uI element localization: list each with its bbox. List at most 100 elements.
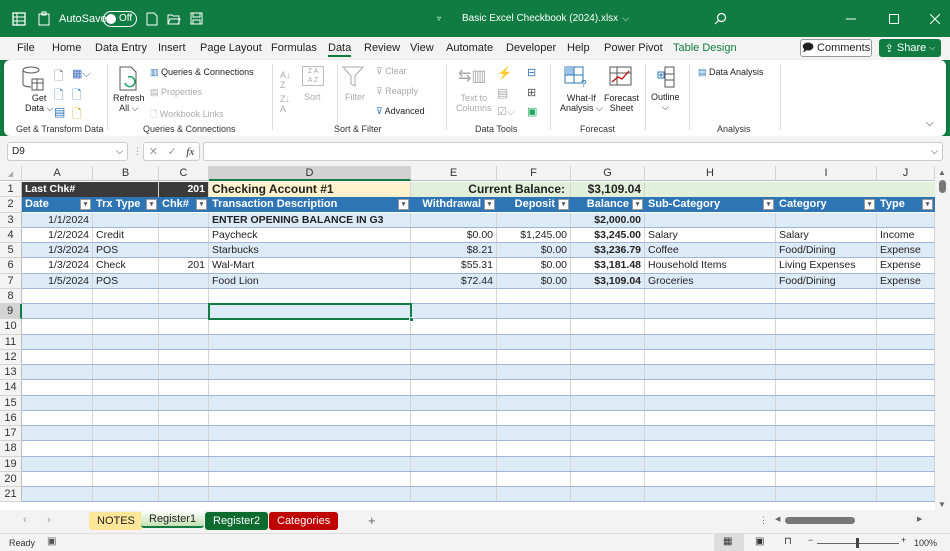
- vertical-scrollbar[interactable]: ▲ ▼: [935, 166, 950, 510]
- cell-c18[interactable]: [159, 441, 209, 457]
- row-header-5[interactable]: 5: [0, 243, 22, 259]
- autosave-toggle[interactable]: Off: [98, 0, 137, 37]
- cell-e18[interactable]: [411, 441, 497, 457]
- what-if-icon[interactable]: ?: [564, 66, 588, 90]
- zoom-level[interactable]: 100%: [914, 538, 937, 548]
- name-box[interactable]: D9 ⌵: [7, 142, 128, 161]
- properties-button[interactable]: ▤ Properties: [150, 87, 202, 98]
- cell-e11[interactable]: [411, 334, 497, 350]
- comments-button[interactable]: 🗩 Comments: [800, 39, 872, 57]
- sort-button[interactable]: Sort: [304, 92, 321, 102]
- cell-d18[interactable]: [209, 441, 411, 457]
- cell-g18[interactable]: [571, 441, 645, 457]
- cell-h17[interactable]: [645, 426, 776, 441]
- cell-e17[interactable]: [411, 426, 497, 441]
- refresh-icon[interactable]: [118, 66, 140, 94]
- more-options-icon[interactable]: ⋮: [133, 146, 142, 157]
- cell-d5[interactable]: Starbucks: [209, 243, 411, 258]
- select-all-corner[interactable]: ◢: [0, 166, 22, 181]
- cell-g6[interactable]: $3,181.48: [571, 258, 645, 274]
- cell-i11[interactable]: [776, 334, 877, 350]
- cell-e21[interactable]: [411, 487, 497, 502]
- cell-a14[interactable]: [22, 380, 93, 396]
- cell-g9[interactable]: [571, 304, 645, 319]
- row-header-4[interactable]: 4: [0, 227, 22, 243]
- cell-g15[interactable]: [571, 395, 645, 411]
- column-header-f[interactable]: F: [497, 166, 571, 181]
- filter-dropdown-icon[interactable]: ▾: [632, 199, 643, 211]
- cell-i3[interactable]: [776, 212, 877, 228]
- new-file-icon[interactable]: [146, 0, 158, 37]
- filter-button[interactable]: Filter: [345, 92, 365, 102]
- cell-g20[interactable]: [571, 471, 645, 487]
- refresh-all-button[interactable]: Refresh All ⌵: [113, 93, 145, 114]
- sheet-tab-register1[interactable]: Register1: [141, 510, 205, 528]
- forecast-sheet-icon[interactable]: [609, 66, 633, 90]
- scroll-right-icon[interactable]: ▶: [917, 515, 922, 523]
- cell-a7[interactable]: 1/5/2024: [22, 273, 93, 289]
- row-header-19[interactable]: 19: [0, 456, 22, 472]
- clipboard-icon[interactable]: [37, 0, 51, 37]
- cell-e10[interactable]: [411, 319, 497, 335]
- row-header-3[interactable]: 3: [0, 212, 22, 228]
- filter-dropdown-icon[interactable]: ▾: [864, 199, 875, 211]
- cell-e8[interactable]: [411, 288, 497, 304]
- tab-formulas[interactable]: Formulas: [271, 42, 317, 54]
- table-header-cat[interactable]: Category ▾: [776, 197, 877, 213]
- cell-f16[interactable]: [497, 410, 571, 426]
- get-data-label[interactable]: Get Data ⌵: [25, 93, 53, 114]
- filter-dropdown-icon[interactable]: ▾: [763, 199, 774, 211]
- cell-e5[interactable]: $8.21: [411, 243, 497, 258]
- fill-handle[interactable]: [409, 317, 414, 323]
- cell-h7[interactable]: Groceries: [645, 273, 776, 289]
- cell-c9[interactable]: [159, 304, 209, 319]
- cell-j13[interactable]: [877, 365, 935, 380]
- cell-c8[interactable]: [159, 288, 209, 304]
- page-break-view-icon[interactable]: ⊓: [784, 536, 792, 547]
- cell-b21[interactable]: [93, 487, 159, 502]
- cell-b7[interactable]: POS: [93, 273, 159, 289]
- cell-h21[interactable]: [645, 487, 776, 502]
- recent-sources-icon[interactable]: 🗋: [72, 86, 82, 107]
- cell-i10[interactable]: [776, 319, 877, 335]
- cell-a16[interactable]: [22, 410, 93, 426]
- cell-c15[interactable]: [159, 395, 209, 411]
- advanced-button[interactable]: ⊽ Advanced: [376, 106, 425, 117]
- enter-icon[interactable]: ✓: [168, 145, 177, 158]
- relationships-icon[interactable]: ⊞: [527, 86, 536, 99]
- cell-a21[interactable]: [22, 487, 93, 502]
- cell-c20[interactable]: [159, 471, 209, 487]
- cell-e15[interactable]: [411, 395, 497, 411]
- cell-b14[interactable]: [93, 380, 159, 396]
- cell-a17[interactable]: [22, 426, 93, 441]
- cell-e3[interactable]: [411, 212, 497, 228]
- cell-h3[interactable]: [645, 212, 776, 228]
- cell-d15[interactable]: [209, 395, 411, 411]
- cell-h16[interactable]: [645, 410, 776, 426]
- cell-f18[interactable]: [497, 441, 571, 457]
- cell-d20[interactable]: [209, 471, 411, 487]
- cell-g19[interactable]: [571, 456, 645, 472]
- cell-b20[interactable]: [93, 471, 159, 487]
- column-header-i[interactable]: I: [776, 166, 877, 181]
- row-header-2[interactable]: 2: [0, 197, 22, 213]
- tab-page-layout[interactable]: Page Layout: [200, 42, 262, 54]
- cell-c5[interactable]: [159, 243, 209, 258]
- cell-b16[interactable]: [93, 410, 159, 426]
- cell-a13[interactable]: [22, 365, 93, 380]
- cell-a10[interactable]: [22, 319, 93, 335]
- tab-file[interactable]: File: [17, 42, 35, 54]
- cell-f21[interactable]: [497, 487, 571, 502]
- cell-b11[interactable]: [93, 334, 159, 350]
- cell-e4[interactable]: $0.00: [411, 227, 497, 243]
- account-title[interactable]: Checking Account #1: [209, 182, 411, 197]
- cell-g21[interactable]: [571, 487, 645, 502]
- row-header-21[interactable]: 21: [0, 487, 22, 503]
- cell-g7[interactable]: $3,109.04: [571, 273, 645, 289]
- cell-i6[interactable]: Living Expenses: [776, 258, 877, 274]
- workbook-links-button[interactable]: 🗋 Workbook Links: [150, 107, 224, 123]
- cell-d21[interactable]: [209, 487, 411, 502]
- cell-g10[interactable]: [571, 319, 645, 335]
- cell-b17[interactable]: [93, 426, 159, 441]
- cell-g4[interactable]: $3,245.00: [571, 227, 645, 243]
